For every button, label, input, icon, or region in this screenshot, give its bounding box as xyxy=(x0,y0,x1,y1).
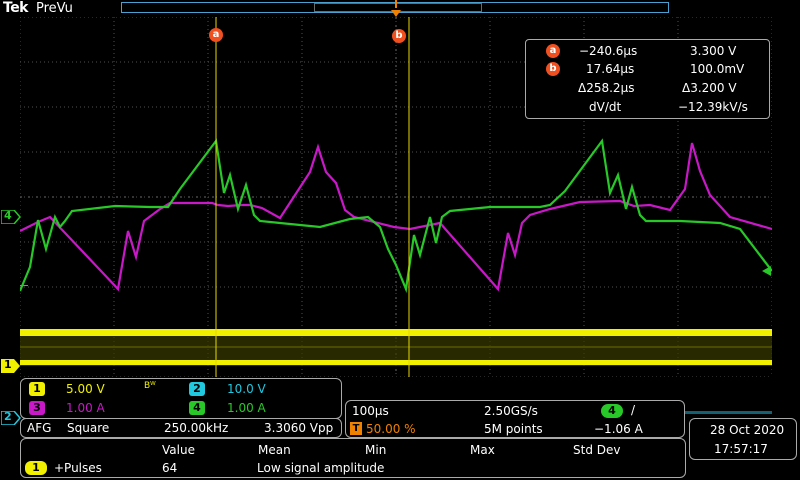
cursor-a-time: −240.6µs xyxy=(579,44,638,58)
cursor-b-icon: b xyxy=(392,29,406,43)
cursor-b-time: 17.64µs xyxy=(586,62,635,76)
acquisition-mode-label: PreVu xyxy=(36,1,73,16)
ch4-trigger-level-icon[interactable] xyxy=(762,266,772,276)
meas-header-max: Max xyxy=(470,443,495,457)
meas-row-name: +Pulses xyxy=(54,461,102,475)
acquisition-trigger-panel[interactable]: 100µs 2.50GS/s 4 / T 50.00 % 5M points −… xyxy=(345,400,685,438)
cursor-delta-value: Δ3.200 V xyxy=(682,81,737,95)
trigger-position-flag-icon: T xyxy=(350,422,362,435)
sample-rate-value: 2.50GS/s xyxy=(484,404,538,418)
ch2-marker-label: 2 xyxy=(4,410,12,423)
cursor-a-value: 3.300 V xyxy=(690,44,737,58)
cursor-readout-panel[interactable]: a −240.6µs 3.300 V b 17.64µs 100.0mV Δ25… xyxy=(525,39,770,119)
top-status-bar: Tek PreVu xyxy=(0,0,800,18)
ch2-position-marker[interactable]: 2 xyxy=(0,410,21,429)
ch3-scale[interactable]: 1.00 A xyxy=(66,401,105,415)
afg-amplitude[interactable]: 3.3060 Vpp xyxy=(264,421,333,435)
timebase-value[interactable]: 100µs xyxy=(352,404,389,418)
datetime-panel: 28 Oct 2020 17:57:17 xyxy=(689,418,797,460)
meas-header-value: Value xyxy=(162,443,195,457)
ch2-scale[interactable]: 10.0 V xyxy=(227,382,266,396)
cursor-a-icon: a xyxy=(209,28,223,42)
ch4-marker-label: 4 xyxy=(4,209,12,222)
ch4-position-marker[interactable]: 4 xyxy=(0,209,21,228)
ch1-scale[interactable]: 5.00 V xyxy=(66,382,105,396)
meas-row-value: 64 xyxy=(162,461,178,475)
trigger-slope-icon[interactable]: / xyxy=(631,403,635,417)
trigger-level-value[interactable]: −1.06 A xyxy=(594,422,643,436)
cursor-delta-time: Δ258.2µs xyxy=(578,81,635,95)
meas-header-min: Min xyxy=(365,443,387,457)
afg-waveform[interactable]: Square xyxy=(67,421,109,435)
date-label: 28 Oct 2020 xyxy=(710,423,785,437)
time-label: 17:57:17 xyxy=(714,442,768,456)
ch3-badge[interactable]: 3 xyxy=(29,401,45,415)
meas-row-status: Low signal amplitude xyxy=(257,461,385,475)
ch1-badge[interactable]: 1 xyxy=(29,382,45,396)
meas-row-channel-badge: 1 xyxy=(25,461,47,475)
trigger-position-value[interactable]: 50.00 % xyxy=(366,422,416,436)
cursor-b-marker[interactable]: b xyxy=(392,23,406,43)
table-row[interactable]: 1 +Pulses 64 Low signal amplitude xyxy=(21,460,681,476)
ch2-badge[interactable]: 2 xyxy=(189,382,205,396)
afg-label: AFG xyxy=(27,421,52,435)
ch4-scale[interactable]: 1.00 A xyxy=(227,401,266,415)
cursor-slope-label: dV/dt xyxy=(589,100,622,114)
ch4-trace xyxy=(20,138,772,294)
afg-panel[interactable]: AFG Square 250.00kHz 3.3060 Vpp xyxy=(20,418,342,438)
ch2-baseline xyxy=(685,411,772,414)
channel-settings-panel[interactable]: 1 5.00 V Bᵂ 2 10.0 V 3 1.00 A 4 1.00 A xyxy=(20,378,342,419)
ch4-badge[interactable]: 4 xyxy=(189,401,205,415)
ch1-marker-label: 1 xyxy=(4,358,12,371)
ch1-trace xyxy=(20,329,772,366)
ch1-bandwidth-icon: Bᵂ xyxy=(144,381,156,391)
ch3-offset-tick xyxy=(20,285,28,286)
record-length-value[interactable]: 5M points xyxy=(484,422,543,436)
cursor-a-readout-icon: a xyxy=(546,44,560,58)
brand-logo: Tek xyxy=(3,0,29,16)
cursor-a-marker[interactable]: a xyxy=(209,22,223,42)
cursor-b-value: 100.0mV xyxy=(690,62,745,76)
meas-header-stddev: Std Dev xyxy=(573,443,621,457)
cursor-b-readout-icon: b xyxy=(546,62,560,76)
trigger-source-badge[interactable]: 4 xyxy=(601,404,623,418)
cursor-slope-value: −12.39kV/s xyxy=(678,100,748,114)
meas-header-mean: Mean xyxy=(258,443,291,457)
ch1-position-marker[interactable]: 1 xyxy=(1,358,21,377)
measurement-panel[interactable]: Value Mean Min Max Std Dev 1 +Pulses 64 … xyxy=(20,438,686,478)
afg-frequency[interactable]: 250.00kHz xyxy=(164,421,228,435)
